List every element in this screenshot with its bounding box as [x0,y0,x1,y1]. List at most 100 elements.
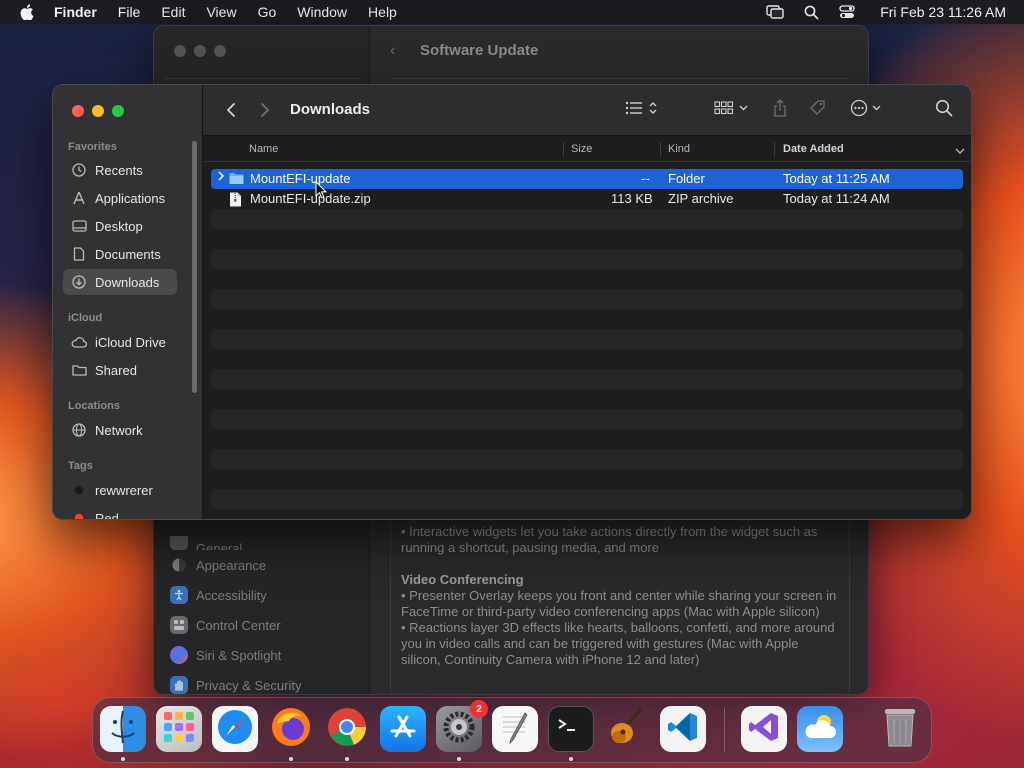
settings-close-button[interactable] [174,45,186,57]
release-note-heading: Video Conferencing [401,572,524,587]
column-divider[interactable] [660,142,661,157]
sidebar-section-favorites: Favorites [68,141,117,153]
apple-menu-icon[interactable] [20,4,36,20]
sidebar-item-tag-rewwrerer[interactable]: rewwrerer [63,477,177,503]
running-indicator [121,757,125,761]
tags-button[interactable] [807,99,829,121]
back-button[interactable] [221,99,241,121]
dock-app-launchpad[interactable] [156,706,202,752]
dock-app-firefox[interactable] [268,706,314,752]
appearance-icon [170,556,188,574]
sidebar-item-label: Network [95,422,143,438]
dock-app-finder[interactable] [100,706,146,752]
chrome-icon [325,705,369,754]
column-date-added[interactable]: Date Added [783,143,844,155]
sidebar-item-documents[interactable]: Documents [63,241,177,267]
control-center-icon[interactable] [838,4,856,20]
column-size[interactable]: Size [571,143,592,155]
textedit-pen-icon [497,709,533,750]
sidebar-item-label: Documents [95,246,161,262]
menu-edit[interactable]: Edit [161,4,185,20]
dock-app-vscode[interactable] [660,706,706,752]
sidebar-item-icloud-drive[interactable]: iCloud Drive [63,329,177,355]
dock-app-weather[interactable] [797,706,843,752]
settings-back-button[interactable]: ‹ [390,42,395,60]
sidebar-item-applications[interactable]: Applications [63,185,177,211]
menu-app-finder[interactable]: Finder [54,4,97,20]
dock-app-terminal[interactable] [548,706,594,752]
control-center-icon [170,616,188,634]
general-gear-icon [170,536,188,550]
dock-app-trash[interactable] [877,706,923,752]
sidebar-item-tag-red[interactable]: Red [63,505,177,519]
menu-go[interactable]: Go [258,4,277,20]
file-size: -- [641,171,650,186]
clock-icon [71,162,87,178]
column-kind[interactable]: Kind [668,143,690,155]
sidebar-item-label: Shared [95,362,137,378]
settings-item-control-center[interactable]: Control Center [170,610,360,640]
settings-page-title: Software Update [420,42,539,59]
finder-toolbar: Downloads [203,85,971,136]
menu-help[interactable]: Help [368,4,397,20]
sidebar-item-shared[interactable]: Shared [63,357,177,383]
desktop-icon [71,218,87,234]
file-name: MountEFI-update [250,171,351,186]
sidebar-item-downloads[interactable]: Downloads [63,269,177,295]
sidebar-item-label: Desktop [95,218,143,234]
release-note-reactions: • Reactions layer 3D effects like hearts… [401,620,835,667]
terminal-prompt-icon [556,715,586,744]
menubar-clock[interactable]: Fri Feb 23 11:26 AM [880,4,1006,20]
sidebar-item-label: Downloads [95,274,160,290]
share-button[interactable] [769,98,791,121]
finder-face-icon [103,707,143,752]
finder-sidebar: Favorites Recents Applications Desktop D… [53,85,203,519]
action-menu-button[interactable] [849,99,885,121]
dock-app-garageband[interactable] [604,706,650,752]
sidebar-item-network[interactable]: Network [63,417,177,443]
settings-minimize-button[interactable] [194,45,206,57]
sidebar-item-desktop[interactable]: Desktop [63,213,177,239]
column-divider[interactable] [774,142,775,157]
minimize-button[interactable] [92,105,104,117]
dock-app-visual-studio[interactable] [741,706,787,752]
file-list: MountEFI-update -- Folder Today at 11:25… [211,169,963,509]
close-button[interactable] [72,105,84,117]
siri-icon [170,646,188,664]
settings-item-appearance[interactable]: Appearance [170,550,360,580]
shared-folder-icon [71,362,87,378]
column-name[interactable]: Name [249,143,278,155]
mouse-pointer-icon [315,180,328,204]
menu-file[interactable]: File [118,4,141,20]
release-note-widgets: • Interactive widgets let you take actio… [401,524,818,555]
sort-chevron-icon[interactable] [955,145,965,157]
update-release-notes: • Interactive widgets let you take actio… [390,520,850,694]
settings-item-general[interactable]: General [170,536,360,550]
menu-view[interactable]: View [206,4,236,20]
dock-app-safari[interactable] [212,706,258,752]
sidebar-item-recents[interactable]: Recents [63,157,177,183]
notification-badge: 2 [470,700,488,718]
settings-zoom-button[interactable] [214,45,226,57]
disclosure-triangle-icon[interactable] [217,171,225,184]
column-divider[interactable] [563,142,564,157]
zoom-button[interactable] [112,105,124,117]
group-grid-icon [714,100,750,120]
search-button[interactable] [933,99,955,121]
display-mirroring-icon[interactable] [766,4,784,20]
dock-app-textedit[interactable] [492,706,538,752]
spotlight-search-icon[interactable] [802,4,820,20]
dock-app-system-settings[interactable]: 2 [436,700,488,752]
settings-item-privacy-security[interactable]: Privacy & Security [170,670,360,694]
dock-app-chrome[interactable] [324,706,370,752]
settings-item-siri-spotlight[interactable]: Siri & Spotlight [170,640,360,670]
dock-app-app-store[interactable] [380,706,426,752]
settings-item-label: Privacy & Security [196,677,302,693]
forward-button[interactable] [255,99,275,121]
settings-item-accessibility[interactable]: Accessibility [170,580,360,610]
visual-studio-icon [747,710,781,749]
menu-window[interactable]: Window [297,4,347,20]
sidebar-scrollbar[interactable] [192,141,197,393]
group-by-button[interactable] [713,99,751,121]
list-view-toggle[interactable] [623,99,661,121]
